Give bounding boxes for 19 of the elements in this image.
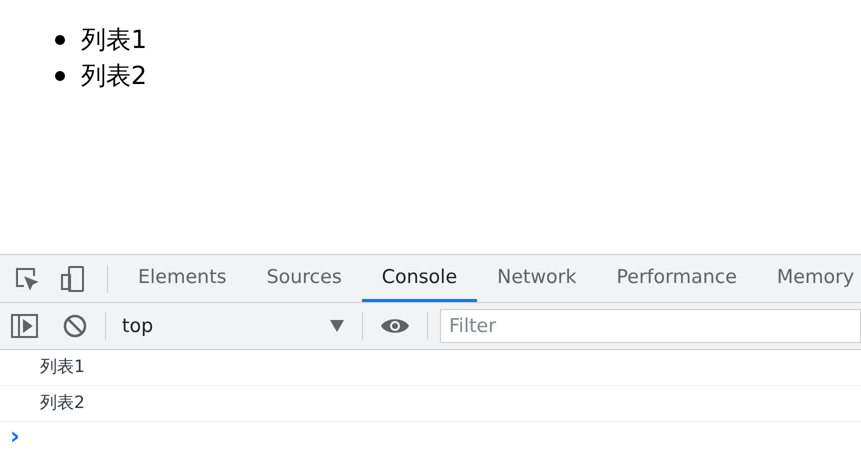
clear-console-icon[interactable] (63, 314, 87, 338)
inspect-icon[interactable] (14, 266, 40, 292)
console-message: 列表1 (40, 356, 85, 379)
devtools-tab[interactable]: Performance (596, 255, 757, 302)
devtools-tab[interactable]: Sources (246, 255, 362, 302)
list-item: 列表2 (81, 60, 147, 92)
devtools-tab[interactable]: Network (477, 255, 596, 302)
sidebar-toggle-icon[interactable] (11, 314, 38, 338)
bullet-icon (55, 71, 65, 81)
console-message: 列表2 (40, 392, 85, 415)
devtools-tab[interactable]: Memory (756, 255, 861, 302)
dropdown-caret-icon (330, 320, 344, 332)
context-dropdown[interactable]: top (116, 309, 352, 343)
filter-field[interactable]: Filter (440, 309, 861, 343)
bullet-icon (55, 35, 65, 45)
list-item: 列表1 (81, 24, 147, 56)
console-prompt[interactable]: › (10, 424, 20, 448)
devtools-tab[interactable]: Elements (118, 255, 247, 302)
device-icon[interactable] (60, 264, 86, 292)
